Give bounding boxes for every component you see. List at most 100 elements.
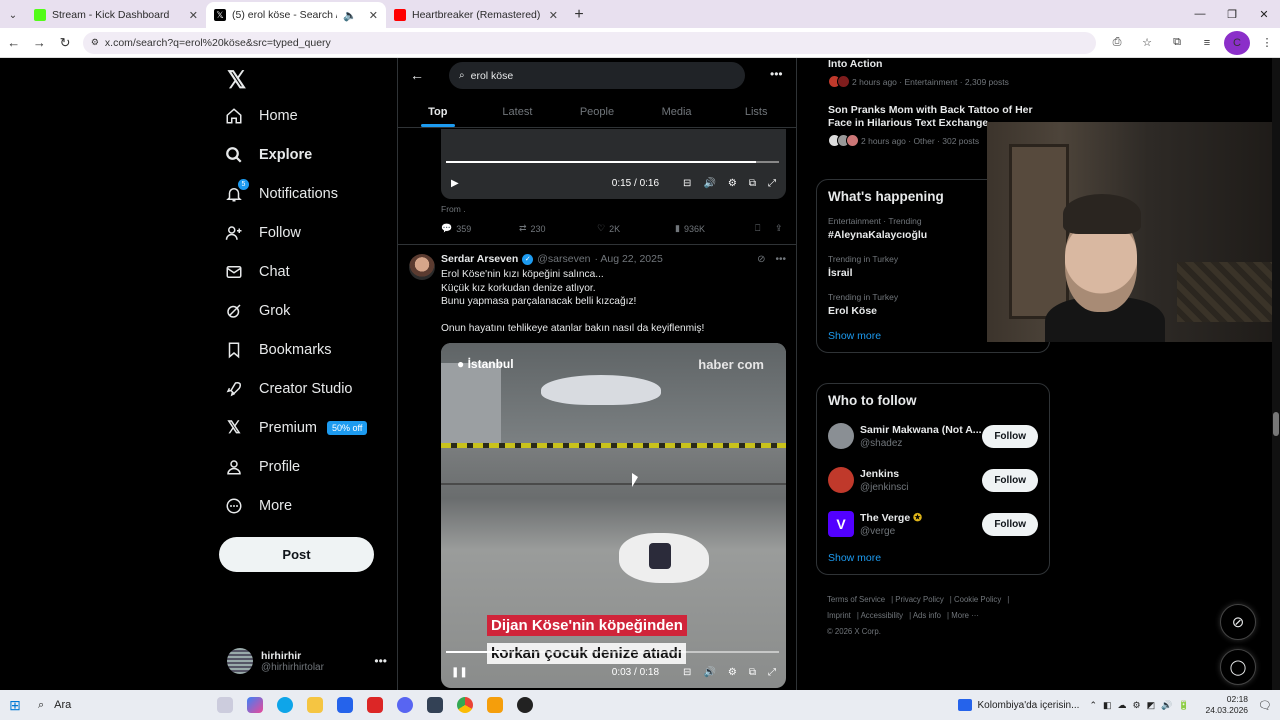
nav-home[interactable]: Home bbox=[225, 102, 298, 130]
tab-people[interactable]: People bbox=[557, 96, 637, 127]
video-source[interactable]: From . bbox=[441, 204, 466, 214]
avatar[interactable] bbox=[409, 254, 435, 280]
tab-media[interactable]: Media bbox=[637, 96, 717, 127]
tab-top[interactable]: Top bbox=[398, 96, 478, 127]
follow-button[interactable]: Follow bbox=[982, 512, 1038, 536]
install-app-icon[interactable]: ⎙ bbox=[1104, 31, 1130, 55]
app-icon[interactable] bbox=[360, 690, 390, 720]
chat-fab-icon[interactable]: ◯ bbox=[1220, 649, 1256, 685]
close-window-icon[interactable]: ✕ bbox=[1248, 0, 1280, 28]
captions-icon[interactable]: ⊟ bbox=[683, 667, 691, 678]
tab-search-button[interactable]: ⌄ bbox=[0, 2, 26, 28]
pause-icon[interactable]: ❚❚ bbox=[451, 667, 468, 678]
fullscreen-icon[interactable]: ⤢ bbox=[768, 178, 776, 189]
search-input[interactable]: ⌕ erol köse bbox=[449, 62, 745, 89]
footer-link[interactable]: Accessibility bbox=[861, 611, 903, 620]
windows-start-icon[interactable]: ⊞ bbox=[0, 690, 30, 720]
volume-icon[interactable]: 🔊 bbox=[703, 178, 715, 189]
video-player[interactable]: ● İstanbul haber com Dijan Köse'nin köpe… bbox=[441, 343, 786, 688]
edge-icon[interactable] bbox=[270, 690, 300, 720]
back-arrow-icon[interactable]: ← bbox=[410, 67, 424, 83]
taskbar-search[interactable]: ⌕ Ara bbox=[30, 699, 210, 712]
fullscreen-icon[interactable]: ⤢ bbox=[768, 667, 776, 678]
more-options-icon[interactable]: ••• bbox=[374, 654, 387, 668]
follow-suggestion[interactable]: Samir Makwana (Not A... @shadez Follow bbox=[828, 420, 1038, 452]
repost-button[interactable]: ⇄ 230 bbox=[519, 223, 597, 234]
restore-icon[interactable]: ❐ bbox=[1216, 0, 1248, 28]
new-tab-button[interactable]: + bbox=[566, 2, 592, 28]
file-explorer-icon[interactable] bbox=[300, 690, 330, 720]
tab-lists[interactable]: Lists bbox=[716, 96, 796, 127]
close-tab-icon[interactable]: ✕ bbox=[549, 9, 558, 22]
tray-icons[interactable]: ⌃◧☁⚙◩🔊🔋 bbox=[1089, 700, 1195, 711]
settings-icon[interactable]: ⚙ bbox=[728, 178, 737, 189]
browser-tab-kick[interactable]: Stream - Kick Dashboard ✕ bbox=[26, 2, 206, 28]
more-options-icon[interactable]: ••• bbox=[775, 254, 786, 265]
video-progress-bar[interactable] bbox=[446, 651, 779, 653]
nav-profile[interactable]: Profile bbox=[225, 453, 300, 481]
obs-icon[interactable] bbox=[510, 690, 540, 720]
mail-icon[interactable] bbox=[330, 690, 360, 720]
like-button[interactable]: ♡ 2K bbox=[597, 223, 675, 234]
author-name[interactable]: Serdar Arseven bbox=[441, 253, 518, 265]
clock[interactable]: 02:18 24.03.2026 bbox=[1205, 694, 1248, 716]
share-icon[interactable]: ⇪ bbox=[775, 223, 783, 234]
follow-suggestion[interactable]: V The Verge ✪ @verge Follow bbox=[828, 508, 1038, 540]
more-options-icon[interactable]: ••• bbox=[770, 67, 783, 81]
reply-button[interactable]: 💬 359 bbox=[441, 223, 519, 234]
footer-link[interactable]: More ··· bbox=[951, 611, 979, 620]
back-icon[interactable]: ← bbox=[2, 31, 26, 55]
app-icon[interactable] bbox=[420, 690, 450, 720]
tweet-date[interactable]: · Aug 22, 2025 bbox=[595, 253, 663, 265]
scrollbar-thumb[interactable] bbox=[1273, 412, 1279, 436]
minimize-icon[interactable]: — bbox=[1184, 0, 1216, 28]
nav-premium[interactable]: 𝕏 Premium 50% off bbox=[225, 414, 368, 442]
nav-grok[interactable]: Grok bbox=[225, 297, 290, 325]
follow-button[interactable]: Follow bbox=[982, 468, 1038, 492]
footer-link[interactable]: Terms of Service bbox=[827, 595, 885, 604]
browser-tab-x-search[interactable]: 𝕏 (5) erol köse - Search / X 🔈 ✕ bbox=[206, 2, 386, 28]
media-control-icon[interactable]: ≡ bbox=[1194, 31, 1220, 55]
nav-more[interactable]: More bbox=[225, 492, 292, 520]
nav-notifications[interactable]: 5 Notifications bbox=[225, 179, 338, 208]
play-icon[interactable]: ▶ bbox=[451, 178, 459, 189]
chrome-icon[interactable] bbox=[450, 690, 480, 720]
captions-icon[interactable]: ⊟ bbox=[683, 178, 691, 189]
grok-icon[interactable]: ⊘ bbox=[757, 254, 765, 265]
weather-widget[interactable]: Kolombiya'da içerisin... bbox=[957, 699, 1079, 711]
pip-icon[interactable]: ⧉ bbox=[749, 178, 756, 189]
mute-tab-icon[interactable]: 🔈 bbox=[343, 9, 357, 22]
nav-chat[interactable]: Chat bbox=[225, 258, 290, 286]
nav-follow[interactable]: Follow bbox=[225, 219, 301, 247]
reload-icon[interactable]: ↻ bbox=[53, 31, 77, 55]
show-more-link[interactable]: Show more bbox=[828, 552, 1038, 564]
nav-creator-studio[interactable]: Creator Studio bbox=[225, 375, 353, 403]
task-view-icon[interactable] bbox=[210, 690, 240, 720]
nav-explore[interactable]: Explore bbox=[225, 141, 312, 169]
browser-tab-youtube[interactable]: Heartbreaker (Remastered) - Yo ✕ bbox=[386, 2, 566, 28]
forward-icon[interactable]: → bbox=[28, 31, 52, 55]
views-button[interactable]: ▮ 936K bbox=[675, 223, 755, 234]
footer-link[interactable]: Privacy Policy bbox=[895, 595, 944, 604]
nav-bookmarks[interactable]: Bookmarks bbox=[225, 336, 332, 364]
settings-icon[interactable]: ⚙ bbox=[728, 667, 737, 678]
discord-icon[interactable] bbox=[390, 690, 420, 720]
tab-latest[interactable]: Latest bbox=[478, 96, 558, 127]
footer-link[interactable]: Ads info bbox=[913, 611, 941, 620]
account-switcher[interactable]: hirhirhir @hirhirhirtolar ••• bbox=[227, 648, 387, 674]
volume-icon[interactable]: 🔊 bbox=[703, 667, 715, 678]
x-logo-icon[interactable]: 𝕏 bbox=[227, 66, 246, 95]
grok-fab-icon[interactable]: ⊘ bbox=[1220, 604, 1256, 640]
url-bar[interactable]: ⚙ x.com/search?q=erol%20köse&src=typed_q… bbox=[82, 31, 1097, 54]
bookmark-star-icon[interactable]: ☆ bbox=[1134, 31, 1160, 55]
close-tab-icon[interactable]: ✕ bbox=[369, 9, 378, 22]
author-handle[interactable]: @sarseven bbox=[537, 253, 590, 265]
app-icon[interactable] bbox=[480, 690, 510, 720]
bookmark-icon[interactable]: ⎕ bbox=[755, 223, 775, 234]
video-progress-bar[interactable] bbox=[446, 161, 779, 163]
scrollbar[interactable] bbox=[1272, 58, 1280, 690]
browser-menu-icon[interactable]: ⋮ bbox=[1254, 31, 1280, 55]
extensions-icon[interactable]: ⧉ bbox=[1164, 31, 1190, 55]
video-player[interactable]: ▶ 0:15 / 0:16 ⊟ 🔊 ⚙ ⧉ ⤢ bbox=[441, 129, 786, 199]
site-info-icon[interactable]: ⚙ bbox=[91, 37, 99, 48]
